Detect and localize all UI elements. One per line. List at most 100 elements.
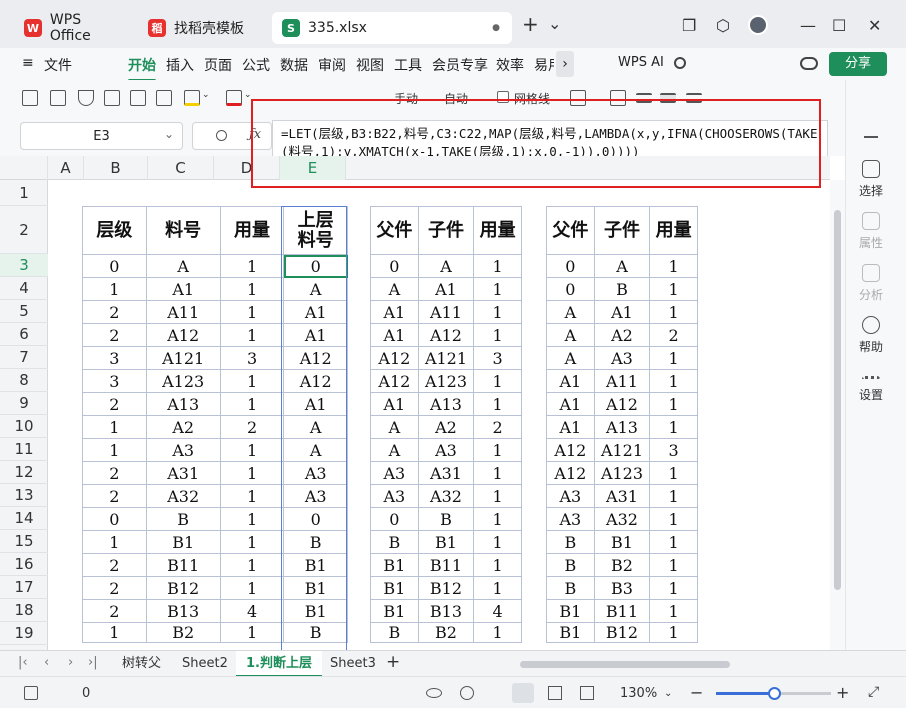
table-cell[interactable]: 3 xyxy=(649,438,698,462)
font-color-icon[interactable] xyxy=(226,90,242,106)
table-cell[interactable]: B12 xyxy=(145,576,221,600)
table-cell[interactable]: 2 xyxy=(649,323,698,347)
table-cell[interactable]: A12 xyxy=(370,346,419,370)
panel-collapse-icon[interactable] xyxy=(864,136,878,138)
row-header[interactable]: 16 xyxy=(0,553,48,576)
fill-color-chevron-icon[interactable]: ⌄ xyxy=(202,90,210,100)
table-cell[interactable]: A12 xyxy=(370,369,419,393)
table-cell[interactable]: B3 xyxy=(593,576,651,600)
align-justify-icon[interactable] xyxy=(686,93,702,103)
table-cell[interactable]: A3 xyxy=(145,438,221,462)
table-cell[interactable]: A1 xyxy=(283,392,348,416)
table-cell[interactable]: A1 xyxy=(546,415,595,439)
menu-efficiency[interactable]: 效率 xyxy=(496,55,524,75)
page-break-view-icon[interactable] xyxy=(580,686,594,700)
table-cell[interactable]: 1 xyxy=(219,484,285,508)
tab-wps-office[interactable]: W WPS Office xyxy=(14,12,126,44)
table-cell[interactable]: 1 xyxy=(219,300,285,324)
table-cell[interactable]: B xyxy=(417,507,475,531)
table-cell[interactable]: A12 xyxy=(283,346,348,370)
table-cell[interactable]: A31 xyxy=(145,461,221,485)
zoom-slider[interactable] xyxy=(716,687,831,700)
page-layout-view-icon[interactable] xyxy=(548,686,562,700)
table-cell[interactable]: B1 xyxy=(370,576,419,600)
align-left-icon[interactable] xyxy=(636,93,652,103)
row-header[interactable]: 19 xyxy=(0,622,48,645)
new-tab-button[interactable]: + xyxy=(522,12,539,36)
table-cell[interactable]: A xyxy=(370,438,419,462)
column-header-e[interactable]: E xyxy=(280,156,346,180)
table-cell[interactable]: 0 xyxy=(546,277,595,301)
table-cell[interactable]: A1 xyxy=(370,323,419,347)
table-cell[interactable]: 1 xyxy=(649,622,698,643)
column-header-b[interactable]: B xyxy=(84,156,148,180)
table-cell[interactable]: B xyxy=(546,530,595,554)
table-cell[interactable]: A1 xyxy=(593,300,651,324)
table-cell[interactable]: 1 xyxy=(649,461,698,485)
table-cell[interactable]: A xyxy=(283,277,348,301)
table-cell[interactable]: A3 xyxy=(546,484,595,508)
menu-ease-of-use[interactable]: 易用 xyxy=(534,55,554,75)
filter-icon[interactable] xyxy=(78,90,94,106)
table-cell[interactable]: 1 xyxy=(473,369,522,393)
sheet-tab-sheet2[interactable]: Sheet2 xyxy=(172,651,238,677)
tab-templates[interactable]: 稻 找稻壳模板 xyxy=(138,12,264,44)
table-cell[interactable]: 1 xyxy=(473,254,522,278)
table-cell[interactable]: B12 xyxy=(417,576,475,600)
merge-cells-icon[interactable] xyxy=(156,90,172,106)
row-header[interactable]: 3 xyxy=(0,254,48,277)
table-cell[interactable]: B2 xyxy=(417,622,475,643)
table-cell[interactable]: 1 xyxy=(473,484,522,508)
table-cell[interactable]: 3 xyxy=(82,369,147,393)
table-cell[interactable]: 2 xyxy=(473,415,522,439)
borders-icon[interactable] xyxy=(130,90,146,106)
row-header[interactable]: 10 xyxy=(0,415,48,438)
table-cell[interactable]: 1 xyxy=(649,392,698,416)
table-cell[interactable]: A123 xyxy=(145,369,221,393)
fill-color-icon[interactable] xyxy=(184,90,200,106)
table-cell[interactable]: A xyxy=(370,277,419,301)
table-cell[interactable]: A121 xyxy=(593,438,651,462)
table-cell[interactable]: 1 xyxy=(473,622,522,643)
table-cell[interactable]: A12 xyxy=(283,369,348,393)
table-cell[interactable]: 1 xyxy=(82,438,147,462)
table-cell[interactable]: B1 xyxy=(370,553,419,577)
table-style-icon[interactable] xyxy=(610,90,626,106)
table-cell[interactable]: 1 xyxy=(649,254,698,278)
table-header-cell[interactable]: 用量 xyxy=(219,206,285,255)
table-cell[interactable]: 2 xyxy=(82,300,147,324)
table-cell[interactable]: 1 xyxy=(219,461,285,485)
row-header[interactable]: 11 xyxy=(0,438,48,461)
table-cell[interactable]: B13 xyxy=(417,599,475,623)
table-cell[interactable]: A3 xyxy=(593,346,651,370)
table-cell[interactable]: 1 xyxy=(219,254,285,278)
table-cell[interactable]: 1 xyxy=(649,599,698,623)
table-cell[interactable]: A3 xyxy=(546,507,595,531)
table-cell[interactable]: 0 xyxy=(370,507,419,531)
table-cell[interactable]: 0 xyxy=(370,254,419,278)
table-cell[interactable]: A3 xyxy=(370,461,419,485)
unsaved-dot-icon[interactable]: ● xyxy=(492,23,500,33)
table-cell[interactable]: B xyxy=(145,507,221,531)
table-cell[interactable]: A1 xyxy=(546,369,595,393)
row-header[interactable]: 18 xyxy=(0,599,48,622)
table-cell[interactable]: 0 xyxy=(82,507,147,531)
insert-function-icon[interactable]: ƒx xyxy=(249,127,261,142)
table-cell[interactable]: 1 xyxy=(219,622,285,643)
cloud-sync-icon[interactable] xyxy=(800,57,818,70)
zoom-dropdown-icon[interactable]: ⌄ xyxy=(664,688,672,699)
table-cell[interactable]: A1 xyxy=(370,300,419,324)
table-cell[interactable]: A xyxy=(546,300,595,324)
table-cell[interactable]: 1 xyxy=(473,507,522,531)
table-cell[interactable]: B2 xyxy=(593,553,651,577)
table-cell[interactable]: A3 xyxy=(417,438,475,462)
table-cell[interactable]: A xyxy=(546,323,595,347)
table-cell[interactable]: B xyxy=(283,530,348,554)
table-cell[interactable]: 3 xyxy=(473,346,522,370)
table-cell[interactable]: A11 xyxy=(593,369,651,393)
menu-data[interactable]: 数据 xyxy=(280,55,308,75)
table-cell[interactable]: A12 xyxy=(546,438,595,462)
gridlines-checkbox[interactable] xyxy=(497,91,509,103)
table-cell[interactable]: 1 xyxy=(219,323,285,347)
box-icon[interactable]: ⬡ xyxy=(716,16,730,35)
